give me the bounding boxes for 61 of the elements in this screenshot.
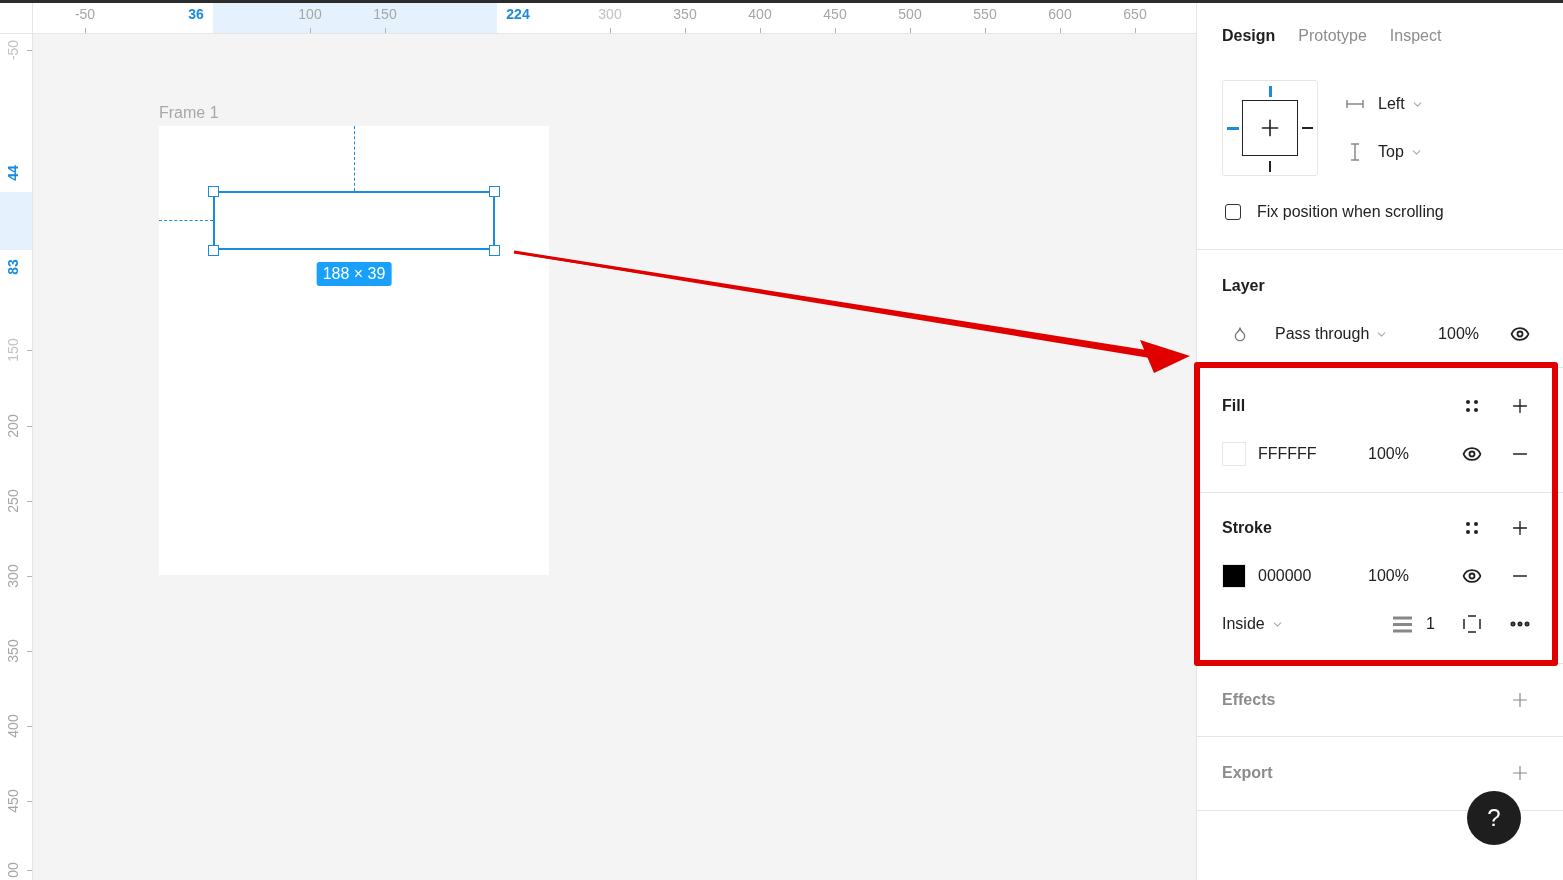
- ruler-label: 300: [598, 6, 622, 22]
- checkbox[interactable]: [1225, 204, 1241, 220]
- ruler-label: 36: [188, 6, 204, 22]
- vertical-constraint-dropdown[interactable]: Top: [1378, 143, 1423, 161]
- ruler-label: 450: [823, 6, 847, 22]
- section-title: Export: [1222, 764, 1273, 782]
- ruler-label: 350: [5, 639, 21, 663]
- section-title: Stroke: [1222, 519, 1272, 537]
- stroke-weight-value[interactable]: 1: [1426, 615, 1435, 633]
- dashed-square-icon[interactable]: [1463, 615, 1481, 633]
- ruler-label: 400: [5, 714, 21, 738]
- horizontal-constraint-icon: [1346, 99, 1364, 109]
- resize-handle[interactable]: [208, 186, 219, 197]
- eye-icon[interactable]: [1462, 444, 1482, 464]
- ruler-label: 00: [5, 862, 21, 878]
- hex-value[interactable]: FFFFFF: [1258, 445, 1368, 463]
- droplet-icon: [1232, 326, 1248, 342]
- ruler-label: 500: [898, 6, 922, 22]
- opacity-value[interactable]: 100%: [1368, 567, 1448, 585]
- opacity-value[interactable]: 100%: [1438, 325, 1479, 343]
- resize-handle[interactable]: [208, 245, 219, 256]
- resize-handle[interactable]: [489, 186, 500, 197]
- ruler-label: 44: [5, 165, 21, 181]
- styles-button[interactable]: [1465, 521, 1479, 535]
- resize-handle[interactable]: [489, 245, 500, 256]
- ruler-label: 83: [5, 259, 21, 275]
- section-title: Layer: [1222, 277, 1265, 295]
- ruler-label: 300: [5, 564, 21, 588]
- ruler-label: 350: [673, 6, 697, 22]
- ruler-label: 200: [5, 414, 21, 438]
- color-swatch[interactable]: [1222, 564, 1246, 588]
- opacity-value[interactable]: 100%: [1368, 445, 1448, 463]
- panel-tab[interactable]: Design: [1222, 27, 1276, 45]
- ruler-label: 400: [748, 6, 772, 22]
- spacing-guide: [354, 126, 355, 191]
- blend-mode-dropdown[interactable]: Pass through: [1275, 325, 1389, 343]
- stroke-position-dropdown[interactable]: Inside: [1222, 615, 1368, 633]
- checkbox-label: Fix position when scrolling: [1257, 203, 1444, 221]
- section-title: Fill: [1222, 397, 1246, 415]
- ruler-label: 550: [973, 6, 997, 22]
- selection-range-band: [0, 192, 32, 250]
- ruler-label: 150: [5, 338, 21, 362]
- hex-value[interactable]: 000000: [1258, 567, 1368, 585]
- ruler-label: -50: [5, 39, 21, 61]
- styles-button[interactable]: [1465, 399, 1479, 413]
- ruler-label: 224: [506, 6, 530, 22]
- ruler-label: -50: [74, 6, 96, 22]
- ruler-label: 150: [373, 6, 397, 22]
- size-label: 188 × 39: [316, 262, 392, 286]
- ruler-label: 650: [1123, 6, 1147, 22]
- eye-icon[interactable]: [1462, 566, 1482, 586]
- ruler-label: 250: [5, 489, 21, 513]
- horizontal-constraint-dropdown[interactable]: Left: [1378, 95, 1424, 113]
- ruler-label: 450: [5, 789, 21, 813]
- eye-icon[interactable]: [1510, 324, 1530, 344]
- ruler-label: 100: [298, 6, 322, 22]
- ruler-label: 600: [1048, 6, 1072, 22]
- section-title: Effects: [1222, 691, 1276, 709]
- constraints-widget[interactable]: [1222, 80, 1318, 176]
- stroke-weight-icon: [1393, 615, 1412, 633]
- selected-rectangle[interactable]: [213, 191, 495, 250]
